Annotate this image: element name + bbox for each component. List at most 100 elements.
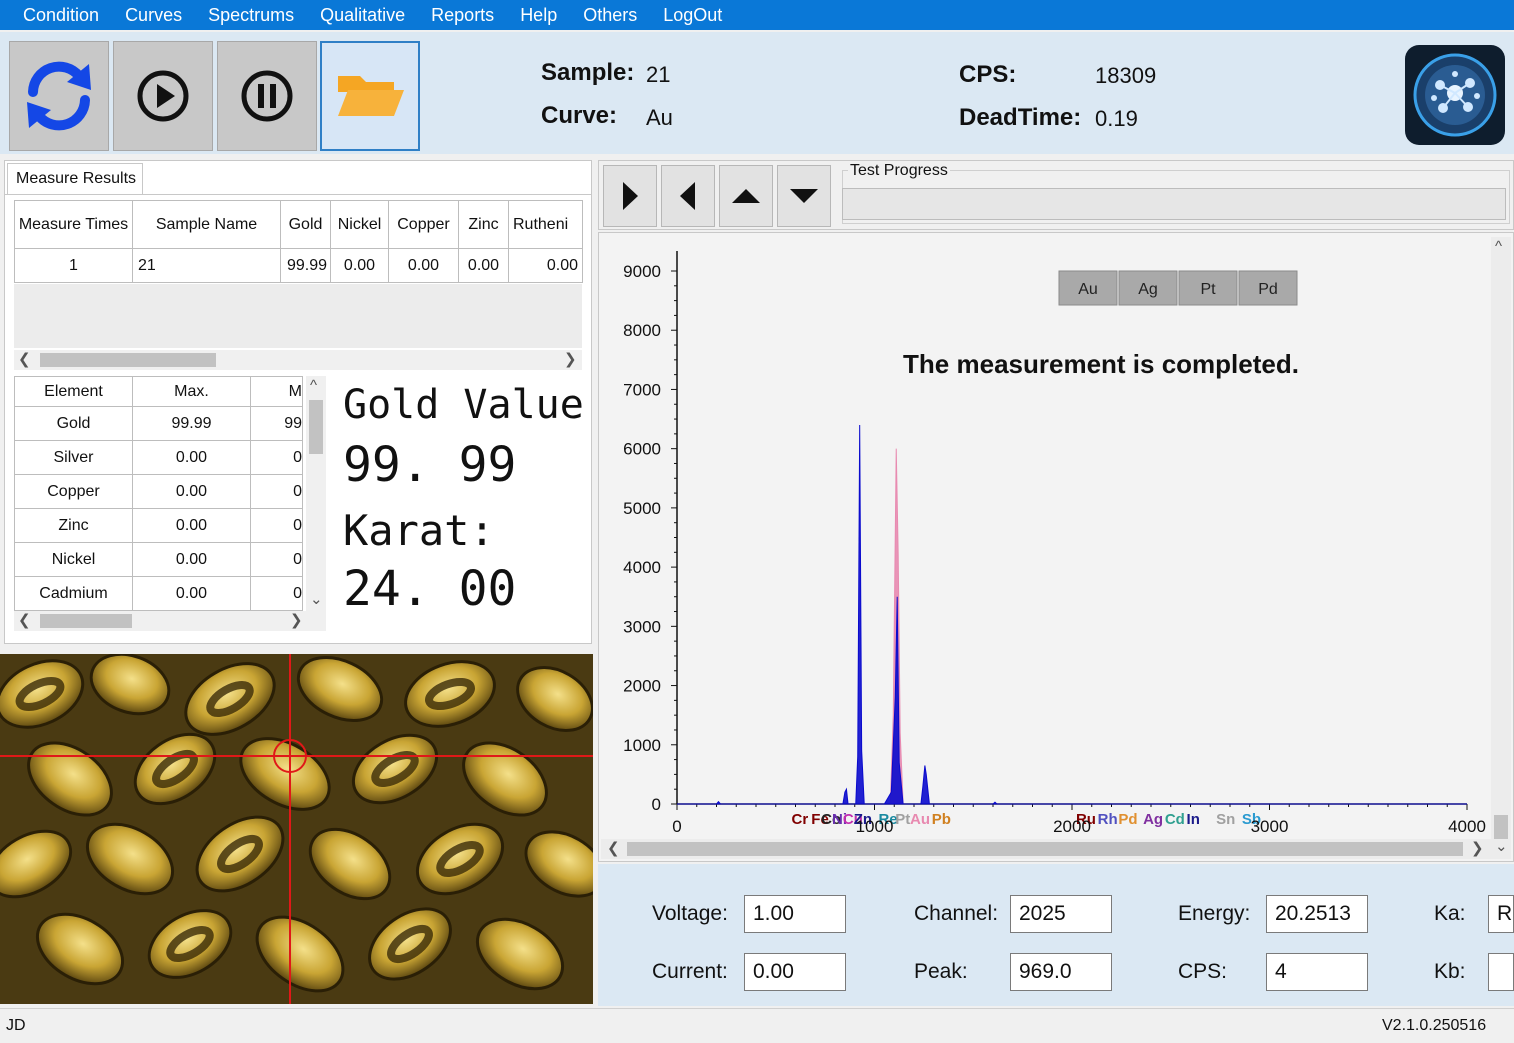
y-tick-label: 3000: [623, 617, 661, 636]
table-row[interactable]: 1 21 99.99 0.00 0.00 0.00 0.00: [14, 248, 583, 283]
params-cps-field[interactable]: 4: [1266, 953, 1368, 991]
scroll-left-icon[interactable]: ❮: [607, 839, 620, 859]
zoom-up-button[interactable]: [719, 165, 773, 227]
chart-vertical-scrollbar[interactable]: ^ ⌄: [1491, 237, 1511, 859]
channel-field[interactable]: 2025: [1010, 895, 1112, 933]
sample-value: 21: [646, 62, 671, 87]
col-max[interactable]: Max.: [132, 376, 251, 407]
scrollbar-thumb[interactable]: [309, 400, 323, 454]
measure-results-panel: Measure Results Measure Times Sample Nam…: [4, 160, 592, 644]
energy-field[interactable]: 20.2513: [1266, 895, 1368, 933]
refresh-button[interactable]: [9, 41, 109, 151]
table-row[interactable]: Copper 0.00 0: [14, 474, 303, 509]
menu-qualitative[interactable]: Qualitative: [307, 0, 418, 30]
scroll-down-icon[interactable]: ⌄: [310, 590, 323, 610]
scroll-down-icon[interactable]: ⌄: [1495, 837, 1508, 857]
element-button-label: Ag: [1138, 281, 1158, 298]
measurement-status-message: The measurement is completed.: [903, 349, 1299, 379]
element-max: 0.00: [132, 474, 251, 509]
y-tick-label: 1000: [623, 736, 661, 755]
menu-help[interactable]: Help: [507, 0, 570, 30]
scrollbar-thumb[interactable]: [40, 614, 132, 628]
element-button-pt[interactable]: Pt: [1178, 270, 1238, 306]
cell-zinc: 0.00: [458, 248, 509, 283]
current-field[interactable]: 0.00: [744, 953, 846, 991]
element-button-ag[interactable]: Ag: [1118, 270, 1178, 306]
menu-reports[interactable]: Reports: [418, 0, 507, 30]
cell-sample-name: 21: [132, 248, 281, 283]
element-name: Copper: [14, 474, 133, 509]
pause-button[interactable]: [217, 41, 317, 151]
previous-button[interactable]: [661, 165, 715, 227]
col-gold[interactable]: Gold: [280, 200, 331, 249]
scroll-right-icon[interactable]: ❯: [564, 350, 577, 370]
element-name: Gold: [14, 406, 133, 441]
molecule-logo-icon: [1413, 53, 1497, 137]
next-button[interactable]: [603, 165, 657, 227]
open-folder-button[interactable]: [320, 41, 420, 151]
start-button[interactable]: [113, 41, 213, 151]
col-nickel[interactable]: Nickel: [330, 200, 389, 249]
spectrum-chart: Cr FeCoNiCuZn RePt Au Pb Ru Rh Pd Ag Cd In Sn Sb 900…: [623, 251, 1486, 833]
col-zinc[interactable]: Zinc: [458, 200, 509, 249]
col-measure-times[interactable]: Measure Times: [14, 200, 133, 249]
col-min[interactable]: M: [250, 376, 303, 407]
element-marker-pd: Pd: [1118, 811, 1137, 828]
status-user: JD: [6, 1017, 26, 1034]
scroll-right-icon[interactable]: ❯: [290, 611, 303, 631]
element-min: 0: [250, 474, 303, 509]
zoom-down-button[interactable]: [777, 165, 831, 227]
menu-curves[interactable]: Curves: [112, 0, 195, 30]
pause-icon: [241, 70, 293, 122]
table-row[interactable]: Zinc 0.00 0: [14, 508, 303, 543]
curve-value: Au: [646, 105, 673, 130]
y-tick-label: 7000: [623, 380, 661, 399]
ka-field[interactable]: R: [1488, 895, 1514, 933]
element-horizontal-scrollbar[interactable]: ❮ ❯: [14, 611, 326, 631]
element-marker-pt: Pt: [895, 811, 910, 828]
voltage-field[interactable]: 1.00: [744, 895, 846, 933]
element-button-au[interactable]: Au: [1058, 270, 1118, 306]
col-copper[interactable]: Copper: [388, 200, 459, 249]
element-vertical-scrollbar[interactable]: ^ ⌄: [306, 376, 326, 612]
play-left-icon: [680, 182, 695, 210]
col-element[interactable]: Element: [14, 376, 133, 407]
test-progress-bar: [842, 188, 1506, 220]
chart-horizontal-scrollbar[interactable]: ❮ ❯: [601, 839, 1491, 859]
camera-view: [0, 654, 593, 1004]
scroll-up-icon[interactable]: ^: [1495, 237, 1502, 257]
element-max: 99.99: [132, 406, 251, 441]
refresh-icon: [27, 61, 91, 131]
y-tick-label: 2000: [623, 677, 661, 696]
scroll-up-icon[interactable]: ^: [310, 376, 317, 396]
menu-condition[interactable]: Condition: [10, 0, 112, 30]
element-max: 0.00: [132, 508, 251, 543]
cell-ruthenium: 0.00: [508, 248, 583, 283]
element-name: Cadmium: [14, 576, 133, 611]
tab-measure-results[interactable]: Measure Results: [7, 163, 143, 195]
table-row[interactable]: Gold 99.99 99: [14, 406, 303, 441]
scrollbar-thumb[interactable]: [627, 842, 1463, 856]
menu-logout[interactable]: LogOut: [650, 0, 735, 30]
table-row[interactable]: Nickel 0.00 0: [14, 542, 303, 577]
peak-field[interactable]: 969.0: [1010, 953, 1112, 991]
x-tick-label: 0: [672, 817, 681, 833]
spectrum-chart-panel: Cr Fe Co Ni Cu Zn Re Pt Au Pb Ru Rh Pd Ag Cd In Sn Sb 900…: [598, 232, 1514, 862]
scroll-right-icon[interactable]: ❯: [1471, 839, 1484, 859]
scroll-left-icon[interactable]: ❮: [18, 611, 31, 631]
scroll-left-icon[interactable]: ❮: [18, 350, 31, 370]
table-row[interactable]: Cadmium 0.00 0: [14, 576, 303, 611]
col-ruthenium[interactable]: Rutheni: [508, 200, 583, 249]
play-icon: [137, 70, 189, 122]
menu-spectrums[interactable]: Spectrums: [195, 0, 307, 30]
results-horizontal-scrollbar[interactable]: ❮ ❯: [14, 350, 582, 370]
scrollbar-thumb[interactable]: [40, 353, 216, 367]
energy-label: Energy:: [1178, 902, 1251, 925]
element-button-pd[interactable]: Pd: [1238, 270, 1298, 306]
kb-label: Kb:: [1434, 960, 1466, 983]
scrollbar-thumb[interactable]: [1494, 815, 1508, 839]
table-row[interactable]: Silver 0.00 0: [14, 440, 303, 475]
menu-others[interactable]: Others: [570, 0, 650, 30]
kb-field[interactable]: [1488, 953, 1514, 991]
col-sample-name[interactable]: Sample Name: [132, 200, 281, 249]
